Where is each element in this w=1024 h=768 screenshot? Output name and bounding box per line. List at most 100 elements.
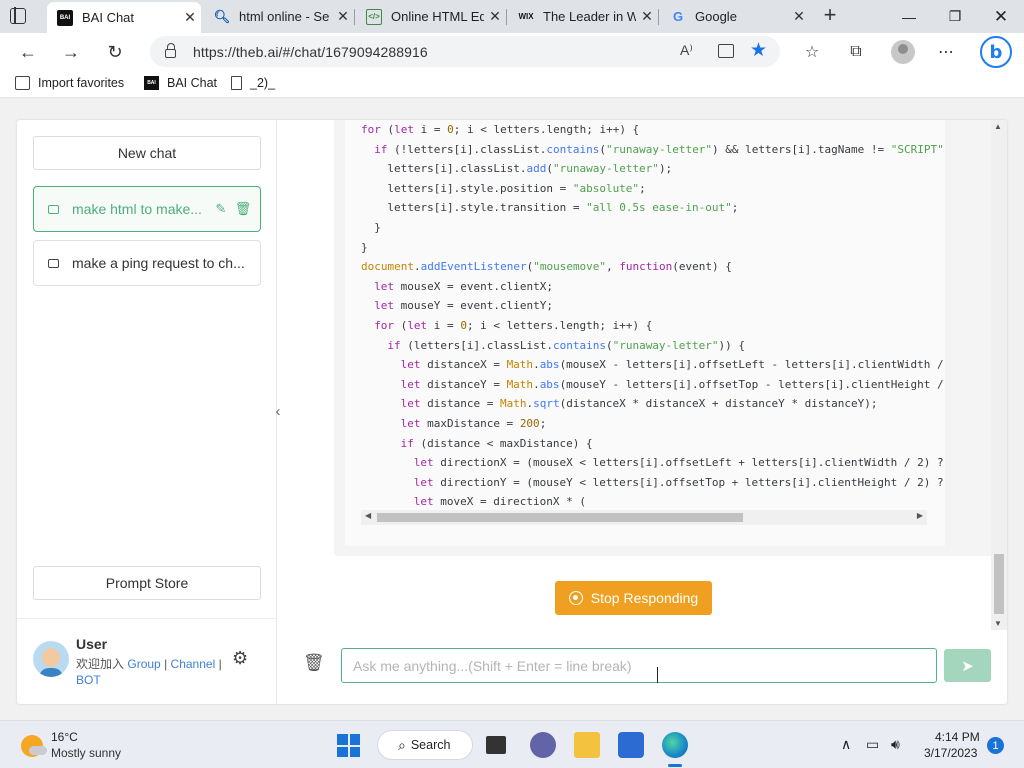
tab-google[interactable]: G Google ✕ (660, 0, 810, 33)
taskbar: 16°C Mostly sunny ⌕ Search ∧ ▭ 🔊︎ 4:14 P… (0, 720, 1024, 768)
chat-bubble-icon (48, 258, 59, 268)
google-favicon: G (672, 9, 684, 24)
scrollbar-thumb[interactable] (377, 513, 743, 522)
file-explorer-icon[interactable] (574, 732, 600, 758)
community-links: 欢迎加入 Group | Channel | BOT (76, 656, 236, 688)
browser-tab-bar: BAI BAI Chat ✕ 🔍︎ html online - Se ✕ </>… (0, 0, 1024, 33)
profile-avatar[interactable] (891, 40, 915, 64)
clock-date[interactable]: 3/17/2023 (924, 746, 977, 760)
forward-button[interactable]: → (56, 37, 86, 67)
collections-icon[interactable]: ⧉ (845, 41, 867, 63)
minimize-button[interactable]: — (886, 0, 932, 33)
weather-icon[interactable] (21, 735, 47, 757)
url-text[interactable]: https://theb.ai/#/chat/1679094288916 (193, 44, 428, 60)
new-tab-button[interactable]: + (818, 4, 842, 27)
restore-button[interactable]: ❐ (932, 0, 978, 33)
stop-responding-button[interactable]: Stop Responding (555, 581, 712, 615)
immersive-reader-icon[interactable] (718, 44, 734, 58)
scroll-down-icon[interactable]: ▼ (994, 619, 1002, 628)
start-button[interactable] (337, 734, 360, 757)
vertical-scrollbar[interactable]: ▲ ▼ (991, 120, 1007, 630)
favorite-document[interactable]: _2)_ (231, 76, 275, 90)
scroll-left-icon[interactable]: ◀ (365, 511, 371, 520)
teams-chat-icon[interactable] (530, 732, 556, 758)
chat-app: New chat make html to make... ✎ 🗑︎ make … (17, 120, 1007, 704)
favorite-label: _2)_ (250, 76, 276, 90)
code-line: letters[i].classList.add("runaway-letter… (387, 162, 673, 176)
refresh-button[interactable]: ↻ (100, 37, 130, 67)
clock-time[interactable]: 4:14 PM (935, 730, 980, 744)
send-icon: ➤ (961, 657, 974, 675)
send-button[interactable]: ➤ (944, 649, 991, 682)
chat-input[interactable] (341, 648, 937, 683)
notification-badge[interactable]: 1 (987, 737, 1004, 754)
delete-icon[interactable]: 🗑︎ (232, 201, 254, 217)
favorite-import[interactable]: Import favorites (15, 76, 124, 90)
scroll-right-icon[interactable]: ▶ (917, 511, 923, 520)
network-icon[interactable]: ▭ (866, 736, 879, 753)
tab-wix[interactable]: WIX The Leader in W ✕ (508, 0, 659, 33)
show-hidden-icons-icon[interactable]: ∧ (841, 736, 851, 753)
tab-online-html-editor[interactable]: </> Online HTML Ed ✕ (356, 0, 507, 33)
tab-bai-chat[interactable]: BAI BAI Chat ✕ (47, 2, 201, 33)
code-line: letters[i].style.position = "absolute"; (387, 181, 646, 195)
close-tab-icon[interactable]: ✕ (636, 8, 658, 25)
user-name: User (76, 636, 108, 652)
weather-condition[interactable]: Mostly sunny (51, 746, 121, 760)
group-link[interactable]: Group (127, 657, 160, 671)
clear-chat-icon[interactable]: 🗑︎ (303, 653, 325, 673)
tab-actions-icon[interactable] (10, 7, 26, 24)
horizontal-scrollbar[interactable]: ◀ ▶ (361, 510, 927, 525)
close-tab-icon[interactable]: ✕ (484, 8, 506, 25)
edge-browser-icon[interactable] (662, 732, 688, 758)
scroll-up-icon[interactable]: ▲ (994, 122, 1002, 131)
bot-link[interactable]: BOT (76, 673, 101, 687)
back-button[interactable]: ← (13, 37, 43, 67)
prompt-store-button[interactable]: Prompt Store (33, 566, 261, 600)
code-line: if (letters[i].classList.contains("runaw… (387, 338, 746, 352)
close-tab-icon[interactable]: ✕ (332, 8, 354, 25)
tab-html-online-search[interactable]: 🔍︎ html online - Se ✕ (204, 0, 355, 33)
chat-main: for (let i = 0; i < letters.length; i++)… (277, 120, 1007, 704)
link-separator: | (218, 657, 222, 671)
web-page: New chat make html to make... ✎ 🗑︎ make … (0, 98, 1024, 720)
chat-bubble-icon (48, 204, 59, 214)
task-view-icon[interactable] (486, 736, 506, 754)
code-line: let mouseY = event.clientY; (374, 299, 554, 313)
volume-icon[interactable]: 🔊︎ (891, 736, 900, 753)
favorite-label: BAI Chat (167, 76, 218, 90)
close-window-button[interactable]: ✕ (978, 0, 1024, 33)
edit-icon[interactable]: ✎ (210, 201, 232, 217)
document-icon (231, 76, 242, 90)
sidebar-chat-item[interactable]: make a ping request to ch... (33, 240, 261, 286)
favorite-star-icon[interactable]: ★ (750, 39, 767, 62)
new-chat-button[interactable]: New chat (33, 136, 261, 170)
gear-icon[interactable]: ⚙ (232, 648, 248, 669)
close-tab-icon[interactable]: ✕ (788, 8, 810, 25)
favorite-bai-chat[interactable]: BAI BAI Chat (144, 76, 217, 90)
lock-icon[interactable] (165, 43, 176, 58)
temperature[interactable]: 16°C (51, 730, 78, 744)
avatar[interactable] (33, 641, 69, 677)
code-line: for (let i = 0; i < letters.length; i++)… (374, 318, 653, 332)
address-bar[interactable]: https://theb.ai/#/chat/1679094288916 A⁾ … (150, 36, 780, 67)
code-line: } (361, 240, 368, 254)
sidebar-chat-item[interactable]: make html to make... ✎ 🗑︎ (33, 186, 261, 232)
tab-title: Google (695, 9, 737, 24)
bing-chat-icon[interactable]: b (980, 36, 1012, 68)
code-line: let moveX = directionX * ( (413, 495, 586, 509)
settings-more-icon[interactable]: ⋯ (935, 41, 957, 63)
close-tab-icon[interactable]: ✕ (179, 9, 201, 26)
channel-link[interactable]: Channel (171, 657, 216, 671)
taskbar-search[interactable]: ⌕ Search (377, 730, 473, 760)
code-line: if (distance < maxDistance) { (400, 436, 593, 450)
favorites-icon[interactable]: ☆ (801, 41, 823, 63)
wix-favicon: WIX (518, 12, 534, 21)
read-aloud-icon[interactable]: A⁾ (680, 42, 693, 59)
search-icon: 🔍︎ (213, 8, 231, 24)
scrollbar-thumb[interactable] (994, 554, 1004, 614)
code-line: letters[i].style.transition = "all 0.5s … (387, 201, 739, 215)
stop-label: Stop Responding (590, 590, 699, 606)
tab-title: BAI Chat (82, 10, 135, 25)
microsoft-store-icon[interactable] (618, 732, 644, 758)
